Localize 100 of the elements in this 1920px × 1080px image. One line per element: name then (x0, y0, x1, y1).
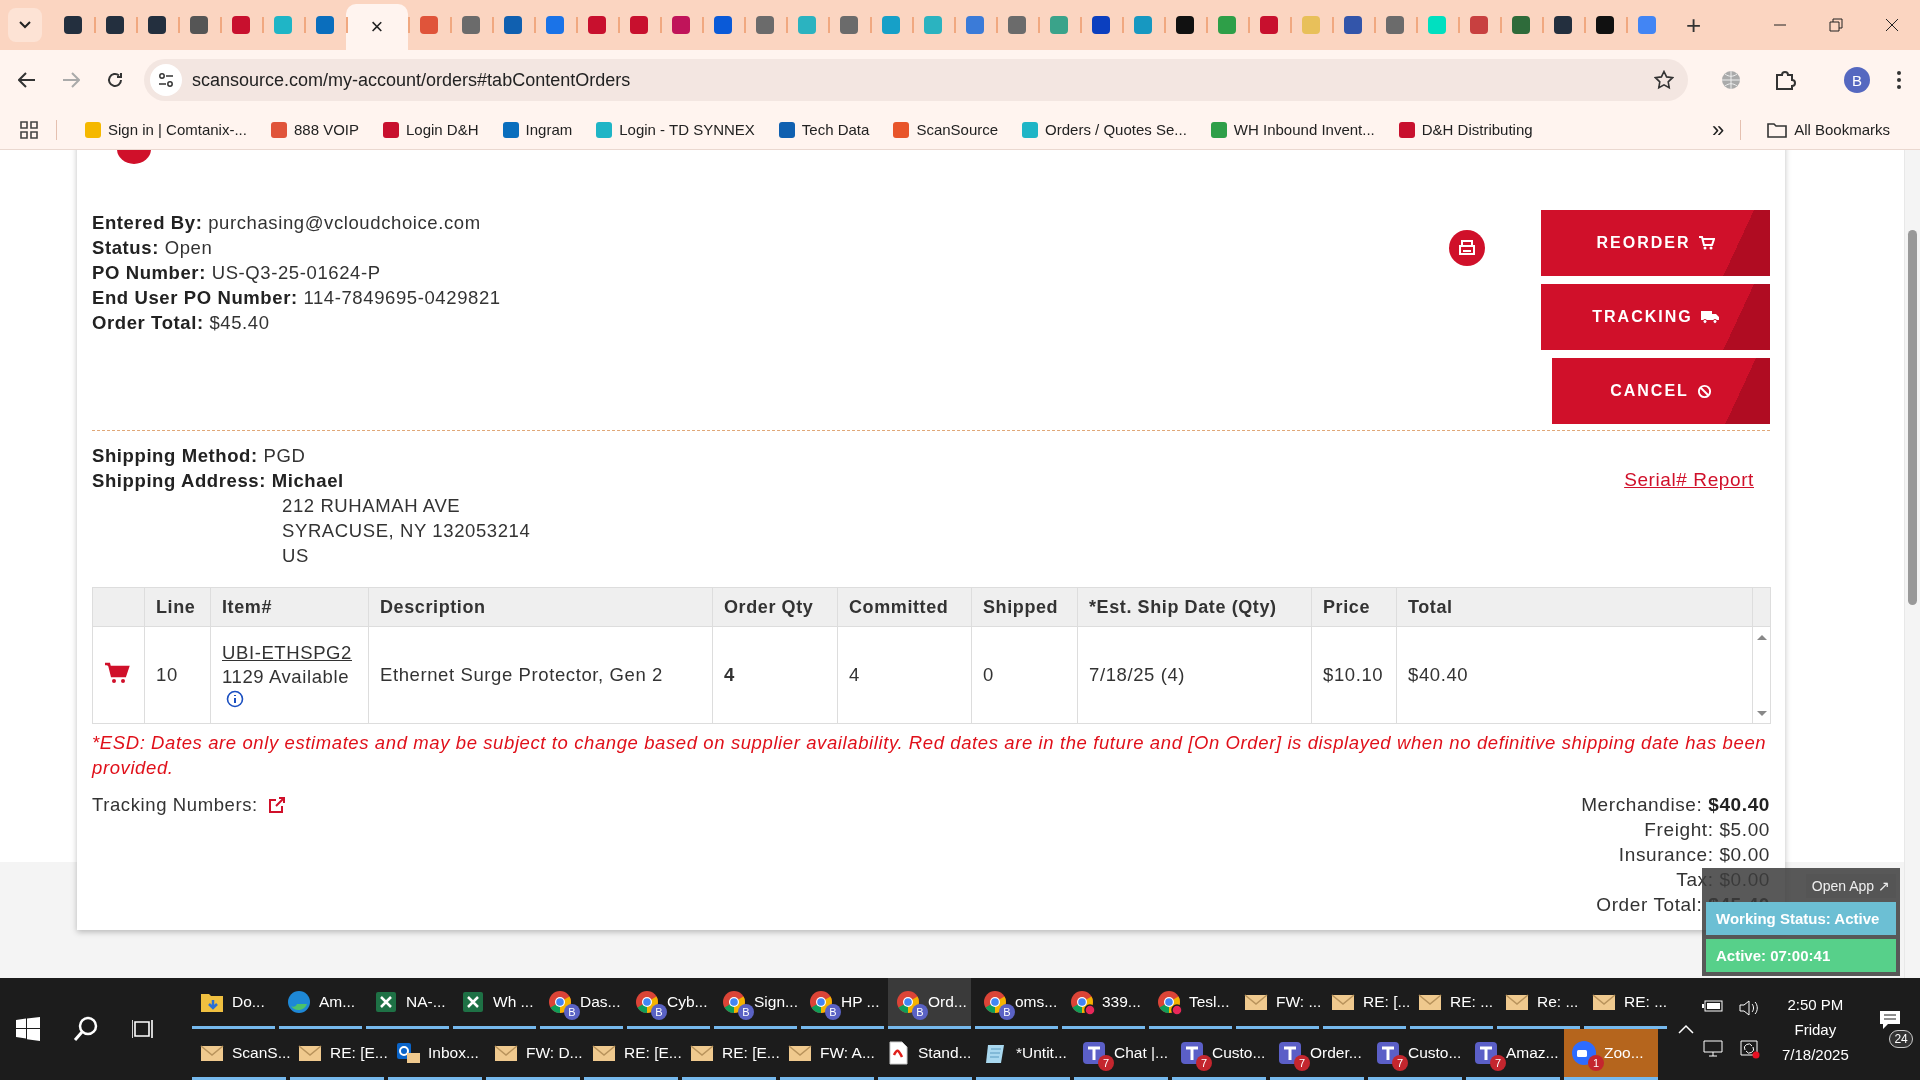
restore-icon[interactable] (1829, 18, 1843, 32)
taskbar-button[interactable]: Stand... (878, 1029, 972, 1080)
taskbar-button[interactable]: Am... (279, 978, 362, 1029)
app-icon (1068, 988, 1096, 1016)
shipping-method: Shipping Method: PGD (92, 445, 307, 467)
address-bar[interactable]: scansource.com/my-account/orders#tabContentOrders (144, 59, 1688, 101)
taskbar-button[interactable]: 7 Order... (1270, 1029, 1364, 1080)
menu-icon[interactable] (1896, 70, 1902, 90)
print-icon[interactable] (1449, 230, 1485, 266)
app-icon (720, 988, 748, 1016)
chevron-up-icon[interactable] (1678, 1024, 1694, 1034)
app-icon (981, 988, 1009, 1016)
table-cell: $40.40 (1396, 626, 1753, 724)
app-icon (807, 988, 835, 1016)
reload-icon[interactable] (106, 71, 124, 89)
clock-day[interactable]: Friday (1794, 1020, 1837, 1038)
count-badge: B (738, 1004, 754, 1020)
task-view-icon[interactable] (132, 1017, 156, 1041)
taskbar-button[interactable]: Re: ... (1497, 978, 1580, 1029)
action-button[interactable]: CANCEL (1552, 358, 1770, 424)
count-badge: 1 (1588, 1055, 1604, 1071)
apps-grid-icon[interactable] (20, 120, 38, 139)
availability-text: 1129 Available (222, 666, 351, 688)
ban-icon (1696, 383, 1712, 399)
bookmark[interactable]: Ingram (492, 117, 583, 142)
taskbar-button[interactable]: B oms... (975, 978, 1058, 1029)
bookmark[interactable]: Login - TD SYNNEX (586, 117, 765, 142)
volume-icon[interactable] (1738, 999, 1760, 1017)
bookmark[interactable]: WH Inbound Invent... (1200, 117, 1385, 142)
battery-icon[interactable] (1702, 999, 1724, 1013)
extensions-icon[interactable] (1774, 69, 1796, 91)
table-cell: 4 (837, 626, 972, 724)
taskbar-button[interactable]: B Ord... (888, 978, 971, 1029)
cart-icon (1698, 236, 1715, 250)
taskbar-button[interactable]: *Untit... (976, 1029, 1070, 1080)
taskbar-button[interactable]: Wh ... (453, 978, 536, 1029)
item-link[interactable]: UBI-ETHSPG2 (222, 642, 357, 664)
all-bookmarks-button[interactable]: All Bookmarks (1757, 117, 1900, 142)
taskbar-button[interactable]: FW: ... (1236, 978, 1319, 1029)
site-settings-icon[interactable] (158, 73, 174, 87)
taskbar-button[interactable]: 7 Custo... (1368, 1029, 1462, 1080)
taskbar-button[interactable]: NA-... (366, 978, 449, 1029)
windows-start-icon[interactable] (16, 1017, 40, 1041)
bookmark[interactable]: Sign in | Comtanix-... (75, 117, 257, 142)
count-badge: B (825, 1004, 841, 1020)
clock-date[interactable]: 7/18/2025 (1782, 1045, 1849, 1063)
external-link-icon[interactable] (267, 796, 286, 814)
taskbar-button[interactable]: 7 Chat |... (1074, 1029, 1168, 1080)
taskbar-button[interactable]: B Cyb... (627, 978, 710, 1029)
sync-icon[interactable] (1738, 1039, 1760, 1059)
scrollbar[interactable] (1904, 150, 1920, 978)
taskbar-button[interactable]: FW: D... (486, 1029, 580, 1080)
profile-avatar[interactable]: B (1844, 67, 1870, 93)
tab-list-button[interactable] (8, 8, 42, 42)
new-tab-button[interactable]: + (1680, 9, 1708, 41)
app-icon (1178, 1039, 1206, 1067)
app-icon (546, 988, 574, 1016)
notifications-icon (1878, 1010, 1901, 1030)
taskbar-button[interactable]: 7 Amaz... (1466, 1029, 1560, 1080)
address-line: 212 RUHAMAH AVE (281, 495, 462, 517)
serial-report-link[interactable]: Serial# Report (1624, 469, 1754, 567)
detail-text: PO Number: US-Q3-25-01624-P (92, 262, 382, 284)
bookmark[interactable]: Tech Data (768, 117, 880, 142)
address-line: US (281, 545, 310, 567)
notifications-button[interactable]: 24 (1878, 1010, 1913, 1048)
action-button[interactable]: REORDER (1541, 210, 1770, 276)
taskbar-button[interactable]: Do... (192, 978, 275, 1029)
taskbar-button[interactable]: 7 Custo... (1172, 1029, 1266, 1080)
taskbar-button[interactable]: FW: A... (780, 1029, 874, 1080)
monitor-icon[interactable] (1702, 1039, 1724, 1057)
action-button[interactable]: TRACKING (1541, 284, 1770, 350)
taskbar-button[interactable]: Tesl... (1149, 978, 1232, 1029)
total-line: Merchandise: $40.40 (1581, 794, 1770, 816)
shipping-address-label: Shipping Address: Michael (92, 470, 345, 492)
column-header: Item# (210, 587, 369, 627)
close-icon[interactable] (1885, 18, 1899, 32)
bookmark[interactable]: 888 VOIP (260, 117, 369, 142)
taskbar-button[interactable]: B Das... (540, 978, 623, 1029)
more-bookmarks-button[interactable]: » (1711, 116, 1725, 143)
tracking-label: Tracking Numbers: (92, 794, 258, 816)
back-icon[interactable] (18, 72, 36, 88)
bookmark[interactable]: D&H Distributing (1388, 117, 1543, 142)
info-icon[interactable] (226, 690, 244, 708)
taskbar-button[interactable]: B Sign... (714, 978, 797, 1029)
bookmark[interactable]: Login D&H (373, 117, 489, 142)
folder-icon (1767, 121, 1788, 138)
app-icon (285, 988, 313, 1016)
browser-tab[interactable]: × (346, 4, 408, 50)
clock-time[interactable]: 2:50 PM (1787, 995, 1844, 1013)
bookmark[interactable]: Orders / Quotes Se... (1012, 117, 1197, 142)
taskbar-button[interactable]: RE: ... (1410, 978, 1493, 1029)
taskbar-button[interactable]: B HP ... (801, 978, 884, 1029)
count-badge: B (912, 1004, 928, 1020)
bookmark-star-icon[interactable] (1654, 70, 1674, 90)
taskbar-button[interactable]: 1 Zoo... (1564, 1029, 1658, 1080)
search-icon[interactable] (72, 1015, 100, 1043)
cart-icon[interactable] (104, 661, 130, 684)
bookmark[interactable]: ScanSource (883, 117, 1009, 142)
taskbar-button[interactable]: 339... (1062, 978, 1145, 1029)
taskbar-button[interactable]: Inbox... (388, 1029, 482, 1080)
